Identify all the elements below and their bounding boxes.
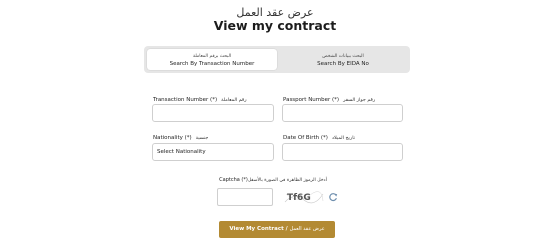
tab-search-by-eida-no[interactable]: البحث ببيانات الشخص Search By EIDA No — [278, 49, 408, 70]
passport-number-label-ar: رقم جواز السفر — [343, 98, 376, 103]
tab-label: Search By EIDA No — [317, 61, 369, 67]
date-of-birth-label-ar: تاريخ الميلاد — [331, 136, 355, 141]
tab-label-ar: البحث ببيانات الشخص — [322, 54, 364, 59]
transaction-number-label-ar: رقم المعاملة — [221, 98, 247, 103]
date-of-birth-label: Date Of Birth (*) تاريخ الميلاد — [283, 135, 355, 141]
date-of-birth-label-en: Date Of Birth (*) — [283, 135, 328, 141]
view-my-contract-button-label-ar: عرض عقد العمل — [289, 226, 325, 232]
nationality-label-ar: جنسية — [195, 136, 209, 141]
nationality-label: Nationality (*) جنسية — [153, 135, 208, 141]
captcha-label-en: Captcha (*) — [219, 177, 248, 183]
captcha-label-ar: أدخل الرموز الظاهرة في الصورة بالأسفل — [247, 178, 327, 183]
refresh-icon[interactable] — [328, 192, 338, 202]
nationality-selected-value: Select Nationality — [157, 149, 206, 155]
date-of-birth-input[interactable] — [282, 143, 403, 161]
captcha-input[interactable] — [217, 188, 273, 206]
transaction-number-label: Transaction Number (*) رقم المعاملة — [153, 97, 247, 103]
tab-label-ar: البحث برقم المعاملة — [192, 54, 232, 59]
page-title: View my contract — [213, 18, 337, 33]
transaction-number-input[interactable] — [152, 104, 274, 122]
passport-number-input[interactable] — [282, 104, 403, 122]
transaction-number-label-en: Transaction Number (*) — [153, 97, 218, 103]
captcha-code: Tf6G — [287, 193, 311, 203]
captcha-label: Captcha (*)أدخل الرموز الظاهرة في الصورة… — [0, 177, 550, 183]
nationality-select[interactable]: Select Nationality — [152, 143, 274, 161]
view-my-contract-button-label: View My Contract / — [229, 226, 288, 232]
tab-label: Search By Transaction Number — [169, 61, 255, 67]
search-mode-tabs: البحث برقم المعاملة Search By Transactio… — [144, 46, 410, 73]
tab-search-by-transaction-number[interactable]: البحث برقم المعاملة Search By Transactio… — [147, 49, 277, 70]
nationality-label-en: Nationality (*) — [153, 135, 192, 141]
passport-number-label: Passport Number (*) رقم جواز السفر — [283, 97, 375, 103]
captcha-image: Tf6G — [284, 188, 324, 206]
passport-number-label-en: Passport Number (*) — [283, 97, 340, 103]
view-my-contract-button[interactable]: View My Contract / عرض عقد العمل — [219, 221, 335, 238]
